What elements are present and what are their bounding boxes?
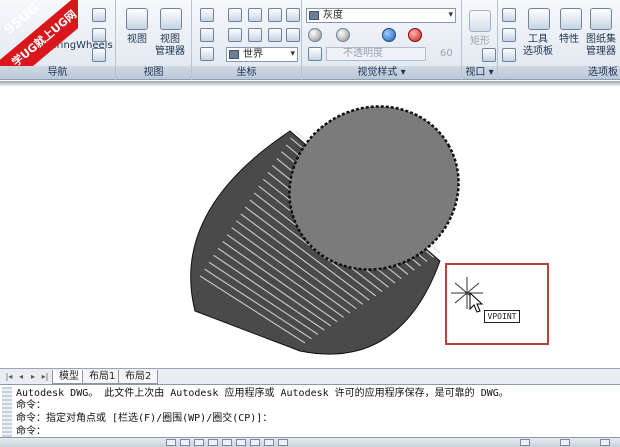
snap-toggle-icon[interactable]: [166, 439, 176, 446]
ucs-face-icon[interactable]: [268, 28, 282, 42]
tab-layout1[interactable]: 布局1: [82, 370, 123, 384]
edge-effects-icon[interactable]: [308, 28, 322, 42]
otrack-toggle-icon[interactable]: [236, 439, 246, 446]
panel-title-viewports: 视口 ▾: [462, 66, 497, 79]
model-space-icon[interactable]: [520, 439, 530, 446]
tab-first-icon[interactable]: |◂: [4, 372, 14, 382]
ucs-icon[interactable]: [200, 8, 214, 22]
panel-title-navigation: 导航: [0, 66, 115, 79]
zoom-icon[interactable]: [92, 48, 106, 62]
ucs-z-icon[interactable]: [286, 8, 300, 22]
watermark-logo: 9SUG 学UG就上UG网: [0, 0, 78, 66]
ucs-view-icon[interactable]: [286, 28, 300, 42]
ucs-x-icon[interactable]: [248, 8, 262, 22]
visual-style-icon: [309, 11, 319, 20]
ucs-select[interactable]: 世界: [226, 47, 298, 62]
layer-icon[interactable]: [502, 8, 516, 22]
tool-palette-button[interactable]: 工具 选项板: [518, 34, 558, 58]
sheet-set-button[interactable]: 图纸集 管理器: [582, 34, 620, 58]
visual-style-select[interactable]: 灰度: [306, 8, 456, 23]
sheet-set-icon[interactable]: [590, 8, 612, 30]
visual-style-value: 灰度: [323, 10, 343, 21]
ucs-object-icon[interactable]: [248, 28, 262, 42]
orbit-icon[interactable]: [92, 28, 106, 42]
polar-toggle-icon[interactable]: [208, 439, 218, 446]
ucs-select-icon: [229, 50, 239, 59]
panel-title-view: 视图: [116, 66, 191, 79]
face-style-icon[interactable]: [336, 28, 350, 42]
design-center-icon[interactable]: [502, 28, 516, 42]
material-icon[interactable]: [382, 28, 396, 42]
tab-prev-icon[interactable]: ◂: [16, 372, 26, 382]
clean-screen-icon[interactable]: [600, 439, 610, 446]
viewport-rect-icon[interactable]: [469, 10, 491, 32]
color-icon[interactable]: [408, 28, 422, 42]
markup-icon[interactable]: [502, 48, 516, 62]
panel-title-palettes: 选项板: [498, 66, 620, 79]
view-button[interactable]: 视图: [122, 34, 152, 46]
opacity-field[interactable]: 不透明度: [326, 47, 426, 61]
opacity-value: 60: [440, 48, 453, 59]
view-cube-icon[interactable]: [126, 8, 148, 30]
lineweight-toggle-icon[interactable]: [278, 439, 288, 446]
tab-last-icon[interactable]: ▸|: [40, 372, 50, 382]
command-history-line: Autodesk DWG。 此文件上次由 Autodesk 应用程序或 Auto…: [16, 388, 509, 399]
ucs-select-value: 世界: [243, 49, 263, 60]
viewport-clip-icon[interactable]: [482, 48, 496, 62]
vpoint-callout-box: [445, 263, 549, 345]
xray-icon[interactable]: [308, 47, 322, 61]
view-manager-button[interactable]: 视图 管理器: [150, 34, 190, 58]
ucs-world-icon[interactable]: [228, 8, 242, 22]
vpoint-tooltip: VPOINT: [484, 310, 520, 323]
grid-toggle-icon[interactable]: [180, 439, 190, 446]
ribbon: SteeringWheels 导航 视图 视图 管理器 视图 世界 坐标 灰度: [0, 0, 620, 80]
dyn-toggle-icon[interactable]: [264, 439, 274, 446]
command-grip[interactable]: [2, 387, 12, 437]
pan-hand-icon[interactable]: [92, 8, 106, 22]
panel-title-coordinates: 坐标: [192, 66, 301, 79]
panel-viewports: 矩形 视口 ▾: [462, 0, 498, 80]
view-manager-icon[interactable]: [160, 8, 182, 30]
panel-palettes: 工具 选项板 特性 图纸集 管理器 选项板: [498, 0, 620, 80]
tab-model[interactable]: 模型: [52, 370, 86, 384]
osnap-toggle-icon[interactable]: [222, 439, 232, 446]
ucs-3point-icon[interactable]: [228, 28, 242, 42]
panel-title-visual-styles: 视觉样式 ▾: [302, 66, 461, 79]
ucs-y-icon[interactable]: [268, 8, 282, 22]
workspace-icon[interactable]: [560, 439, 570, 446]
ucs-origin-icon[interactable]: [200, 28, 214, 42]
panel-visual-styles: 灰度 不透明度 60 视觉样式 ▾: [302, 0, 462, 80]
panel-coordinates: 世界 坐标: [192, 0, 302, 80]
ducs-toggle-icon[interactable]: [250, 439, 260, 446]
opacity-label: 不透明度: [343, 48, 383, 59]
tab-next-icon[interactable]: ▸: [28, 372, 38, 382]
layout-tabs: |◂ ◂ ▸ ▸| 模型 布局1 布局2: [0, 368, 620, 384]
command-history-line: 命令：: [16, 400, 46, 411]
tab-layout2[interactable]: 布局2: [118, 370, 159, 384]
tool-palette-icon[interactable]: [528, 8, 550, 30]
viewport-rect-label: 矩形: [470, 36, 490, 47]
properties-icon[interactable]: [560, 8, 582, 30]
panel-view: 视图 视图 管理器 视图: [116, 0, 192, 80]
ortho-toggle-icon[interactable]: [194, 439, 204, 446]
ucs-named-icon[interactable]: [200, 47, 214, 61]
properties-button[interactable]: 特性: [554, 34, 584, 46]
command-history-line: 命令：指定对角点或 [栏选(F)/圈围(WP)/圈交(CP)]：: [16, 413, 273, 424]
status-bar: [0, 437, 620, 447]
